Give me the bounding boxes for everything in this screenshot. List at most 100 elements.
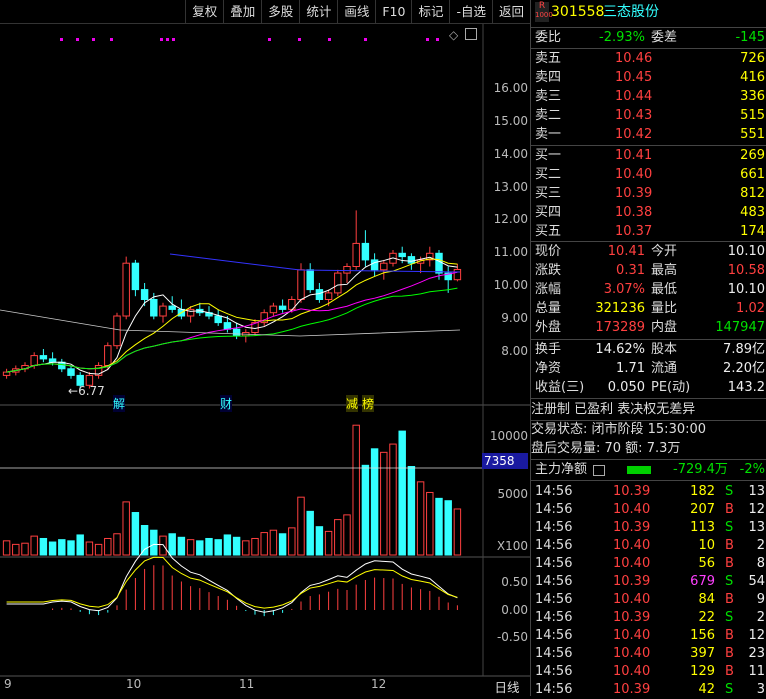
ask-label: 卖二 [535, 108, 562, 123]
ask-price: 10.46 [615, 51, 653, 66]
stat-label: 换手 [535, 342, 562, 357]
volume-bar [407, 466, 416, 556]
volume-bar [324, 530, 333, 556]
tick-side: B [725, 592, 734, 607]
volume-bar [306, 510, 314, 556]
ask-price: 10.43 [615, 108, 653, 123]
price-tick: 12.00 [493, 212, 528, 226]
weicha-value: -145 [735, 30, 765, 45]
price-tick: 11.00 [493, 245, 528, 259]
tick-side: S [725, 520, 734, 535]
bid-price: 10.40 [615, 167, 653, 182]
ma-line [6, 287, 458, 373]
candle-body [297, 269, 305, 300]
stat-label: 净资 [535, 361, 562, 376]
candle-body [435, 252, 443, 274]
macd-tick: 0.50 [501, 575, 528, 589]
stat-label: 涨幅 [535, 282, 562, 297]
tick-count: 11 [748, 664, 765, 679]
tick-count: 54 [748, 574, 765, 589]
low-price-label: ←6.77 [68, 384, 105, 398]
ask-label: 卖三 [535, 89, 562, 104]
stat-row: 现价 10.41 今开 10.10 [531, 243, 766, 261]
main-flow-label: 主力净额 [535, 462, 588, 477]
volume-bar-layer [2, 424, 462, 556]
diamond-icon[interactable]: ◇ [449, 28, 458, 42]
panel-toggle-icon[interactable] [465, 28, 477, 40]
tick-time: 14:56 [535, 502, 573, 517]
stat-value: 147947 [715, 320, 765, 335]
tick-count: 8 [756, 556, 765, 571]
candle-body [334, 272, 342, 294]
volume-bar [398, 430, 406, 556]
tick-time: 14:56 [535, 682, 573, 697]
event-badge-unlock[interactable]: 解 [113, 395, 126, 412]
volume-bar [177, 536, 186, 556]
after-hours-info: 盘后交易量: 70 额: 7.3万 [531, 441, 681, 456]
tick-volume: 42 [698, 682, 715, 697]
period-selector[interactable]: 日线 [484, 677, 530, 696]
ask-volume: 416 [740, 70, 765, 85]
tick-row: 14:56 10.40 129 B 11 [531, 663, 766, 681]
event-badge-reduce[interactable]: 减 [346, 395, 359, 412]
stat-label: 外盘 [535, 320, 562, 335]
volume-bar [168, 533, 176, 556]
tick-side: B [725, 664, 734, 679]
candle-body [30, 355, 38, 367]
kline-chart-area[interactable]: 复权 叠加 多股 统计 画线 F10 标记 -自选 返回 ◇ 16.00 15.… [0, 0, 530, 696]
event-badge-billboard[interactable]: 榜 [362, 395, 375, 412]
webi-row: 委比 -2.93% 委差 -145 [531, 29, 766, 47]
ask-label: 卖一 [535, 127, 562, 142]
stat-value: 10.10 [727, 282, 765, 297]
bid-label: 买一 [535, 148, 562, 163]
tick-count: 23 [748, 646, 765, 661]
event-badge-finance[interactable]: 财 [220, 395, 233, 412]
stat-label: 最高 [651, 263, 678, 278]
moving-average-layer [0, 253, 461, 375]
tick-price: 10.40 [613, 592, 651, 607]
ask-price: 10.45 [615, 70, 653, 85]
candle-body [343, 266, 351, 274]
candle-body [2, 371, 11, 376]
candle-body [168, 305, 176, 310]
tick-volume: 129 [690, 664, 715, 679]
quote-panel: R 1000 301558 三态股份 委比 -2.93% 委差 -145 卖五 10… [530, 0, 766, 699]
bid-row: 买一 10.41 269 [531, 147, 766, 165]
volume-bar [370, 448, 379, 556]
stock-header: R 1000 301558 三态股份 [531, 2, 766, 25]
tick-row: 14:56 10.39 113 S 13 [531, 519, 766, 537]
stat-label: 总量 [535, 301, 562, 316]
ask-label: 卖四 [535, 70, 562, 85]
tick-row: 14:56 10.39 42 S 3 [531, 681, 766, 699]
tick-volume: 182 [690, 484, 715, 499]
registration-badge: R 1000 [535, 2, 553, 22]
stat-label: 现价 [535, 244, 562, 259]
stat-label: 收益(三) [535, 380, 585, 395]
candle-body [380, 262, 388, 271]
weicha-label: 委差 [651, 30, 678, 45]
price-tick: 16.00 [493, 81, 528, 95]
tick-time: 14:56 [535, 538, 573, 553]
ask-row: 卖四 10.45 416 [531, 69, 766, 87]
volume-bar [214, 539, 222, 556]
stat-label: 涨跌 [535, 263, 562, 278]
ask-row: 卖二 10.43 515 [531, 107, 766, 125]
chart-canvas[interactable] [0, 0, 530, 696]
bid-row: 买三 10.39 812 [531, 185, 766, 203]
list-icon[interactable] [593, 465, 605, 476]
month-label: 10 [126, 677, 142, 691]
tick-row: 14:56 10.40 10 B 2 [531, 537, 766, 555]
tick-volume: 22 [698, 610, 715, 625]
volume-bar [343, 514, 351, 556]
tick-volume: 10 [698, 538, 715, 553]
volume-bar [223, 534, 232, 556]
ask-label: 卖五 [535, 51, 562, 66]
tick-row: 14:56 10.40 84 B 9 [531, 591, 766, 609]
candle-body [278, 305, 287, 310]
trade-status: 交易状态: 闭市阶段 15:30:00 [531, 422, 707, 437]
event-dots [60, 38, 450, 44]
candle-body [122, 262, 130, 317]
stat-row: 换手 14.62% 股本 7.89亿 [531, 341, 766, 359]
main-flow-bar [627, 466, 651, 474]
tick-count: 2 [756, 538, 765, 553]
